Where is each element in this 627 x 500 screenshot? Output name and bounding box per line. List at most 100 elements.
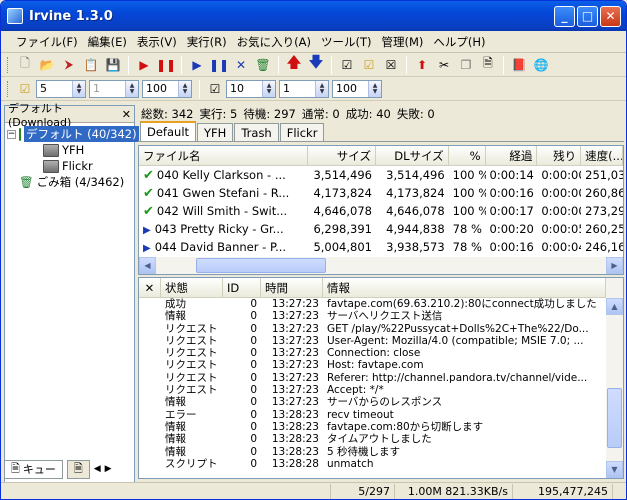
close-icon[interactable]: ✕	[122, 108, 131, 121]
scroll-right-icon[interactable]: ▶	[606, 257, 623, 274]
scroll-thumb[interactable]	[607, 388, 622, 448]
pause-red-icon[interactable]: ❚❚	[156, 56, 176, 74]
col-time[interactable]: 時間	[261, 278, 323, 297]
scroll-up-icon[interactable]: ▲	[606, 298, 623, 315]
limit-spinner[interactable]: 100 ▲ ▼	[142, 79, 192, 98]
log-row[interactable]: エラー 0 13:28:23 recv timeout	[139, 409, 623, 421]
horizontal-scrollbar[interactable]: ◀ ▶	[139, 257, 623, 274]
menu-manage[interactable]: 管理(M)	[377, 34, 429, 50]
title-bar[interactable]: Irvine 1.3.0 _ □ ✕	[1, 1, 626, 31]
table-row[interactable]: ▶ 043 Pretty Ricky - Gr... 6,298,391 4,944,…	[139, 220, 623, 238]
log-row[interactable]: 情報 0 13:27:23 サーバからのレスポンス	[139, 396, 623, 408]
book-icon[interactable]: 📕	[510, 56, 528, 74]
chevron-right-icon[interactable]: ▶	[105, 464, 112, 474]
tree-item-trash[interactable]: 🗑 ごみ箱 (4/3462)	[5, 174, 134, 190]
col-dlsize[interactable]: DLサイズ	[376, 146, 449, 165]
menu-view[interactable]: 表示(V)	[132, 34, 182, 50]
tree-item-default[interactable]: − デフォルト (40/342)	[5, 126, 139, 142]
spinner-arrows-icon[interactable]: ▲ ▼	[262, 80, 275, 97]
paste-icon[interactable]: 📋	[82, 56, 100, 74]
col-id[interactable]: ID	[223, 278, 261, 297]
table-row[interactable]: ▶ 044 David Banner - P... 5,004,801 3,938,5…	[139, 238, 623, 256]
table-row[interactable]: ✔ 041 Gwen Stefani - R... 4,173,824 4,173,8…	[139, 184, 623, 202]
menu-help[interactable]: ヘルプ(H)	[428, 34, 490, 50]
tab-second[interactable]: 🗎	[66, 459, 90, 479]
tab-yfh[interactable]: YFH	[197, 123, 234, 141]
retry-spinner[interactable]: 1 ▲ ▼	[89, 79, 139, 98]
log-row[interactable]: 成功 0 13:27:23 favtape.com(69.63.210.2):80にc…	[139, 298, 623, 310]
window-check-icon[interactable]: ☒	[382, 56, 400, 74]
spinner-arrows-icon[interactable]: ▲ ▼	[125, 80, 138, 97]
log-row[interactable]: 情報 0 13:28:23 タイムアウトしました	[139, 433, 623, 445]
col-speed[interactable]: 速度(...	[581, 146, 623, 165]
log-row[interactable]: リクエスト 0 13:27:23 Connection: close	[139, 347, 623, 359]
checklist-icon[interactable]: ☑	[338, 56, 356, 74]
timeout-spinner[interactable]: 10 ▲ ▼	[226, 79, 276, 98]
spinner-arrows-icon[interactable]: ▲ ▼	[368, 80, 381, 97]
menu-tools[interactable]: ツール(T)	[316, 34, 377, 50]
scroll-thumb[interactable]	[196, 258, 326, 273]
col-state[interactable]: 状態	[161, 278, 223, 297]
table-row[interactable]: ✔ 040 Kelly Clarkson - ... 3,514,496 3,514,…	[139, 166, 623, 184]
col-percent[interactable]: %	[449, 146, 486, 165]
open-folder-icon[interactable]: 📂	[38, 56, 56, 74]
collapse-icon[interactable]: −	[7, 129, 16, 139]
log-row[interactable]: 情報 0 13:27:23 サーバへリクエスト送信	[139, 310, 623, 322]
spinner-arrows-icon[interactable]: ▲ ▼	[72, 80, 85, 97]
menu-file[interactable]: ファイル(F)	[11, 34, 83, 50]
trash-icon[interactable]: 🗑	[254, 56, 272, 74]
split-spinner[interactable]: 1 ▲ ▼	[279, 79, 329, 98]
arrow-down-icon[interactable]: 🡇	[307, 53, 325, 74]
menu-favorites[interactable]: お気に入り(A)	[232, 34, 316, 50]
log-row[interactable]: リクエスト 0 13:27:23 Referer: http://channel.pa…	[139, 372, 623, 384]
log-row[interactable]: 情報 0 13:28:23 favtape.com:80から切断します	[139, 421, 623, 433]
toolbar-grip[interactable]	[7, 56, 10, 73]
log-row[interactable]: リクエスト 0 13:27:23 User-Agent: Mozilla/4.0 (c…	[139, 335, 623, 347]
document-icon[interactable]: 🗎	[479, 56, 497, 74]
minimize-button[interactable]: _	[554, 5, 575, 27]
close-button[interactable]: ✕	[600, 5, 621, 27]
folder-check-icon[interactable]: ☑	[360, 56, 378, 74]
col-filename[interactable]: ファイル名	[139, 146, 309, 165]
pause-blue-icon[interactable]: ❚❚	[209, 56, 229, 74]
tab-trash[interactable]: Trash	[234, 123, 279, 141]
log-row[interactable]: リクエスト 0 13:27:23 Accept: */*	[139, 384, 623, 396]
export-icon[interactable]: ⬆	[413, 56, 431, 74]
log-row[interactable]: スクリプト 0 13:28:28 unmatch	[139, 458, 623, 470]
clip-icon[interactable]: ✂	[435, 56, 453, 74]
col-remaining[interactable]: 残り	[537, 146, 582, 165]
copy-icon[interactable]: ❐	[457, 56, 475, 74]
vertical-scrollbar[interactable]: ▲ ▼	[606, 278, 623, 478]
speed-spinner[interactable]: 100 ▲ ▼	[332, 79, 382, 98]
close-icon[interactable]: ✕	[139, 278, 161, 297]
log-row[interactable]: リクエスト 0 13:27:23 Host: favtape.com	[139, 359, 623, 371]
menu-edit[interactable]: 編集(E)	[83, 34, 132, 50]
spinner-arrows-icon[interactable]: ▲ ▼	[178, 80, 191, 97]
col-elapsed[interactable]: 経過	[486, 146, 538, 165]
log-row[interactable]: リクエスト 0 13:27:23 GET /play/%22Pussycat+Doll…	[139, 323, 623, 335]
tree-item-yfh[interactable]: YFH	[5, 142, 134, 158]
tab-flickr[interactable]: Flickr	[279, 123, 325, 141]
col-info[interactable]: 情報	[323, 278, 606, 297]
table-row[interactable]: ✔ 042 Will Smith - Swit... 4,646,078 4,646,…	[139, 202, 623, 220]
toolbar-grip[interactable]	[7, 80, 10, 97]
scroll-down-icon[interactable]: ▼	[606, 461, 623, 478]
arrow-up-icon[interactable]: 🡅	[285, 53, 303, 74]
new-icon[interactable]: 🗋	[16, 56, 34, 74]
threads-spinner[interactable]: 5 ▲ ▼	[36, 79, 86, 98]
scroll-left-icon[interactable]: ◀	[139, 257, 156, 274]
play-blue-icon[interactable]: ▶	[188, 56, 206, 74]
scroll-track[interactable]	[156, 258, 606, 273]
play-red-icon[interactable]: ▶	[135, 56, 153, 74]
maximize-button[interactable]: □	[577, 5, 598, 27]
tab-default[interactable]: Default	[140, 121, 197, 141]
tree-item-flickr[interactable]: Flickr	[5, 158, 134, 174]
chevron-left-icon[interactable]: ◀	[94, 464, 101, 474]
col-size[interactable]: サイズ	[308, 146, 376, 165]
delete-icon[interactable]: ✕	[232, 56, 250, 74]
menu-run[interactable]: 実行(R)	[182, 34, 232, 50]
save-icon[interactable]: 💾	[104, 56, 122, 74]
spinner-arrows-icon[interactable]: ▲ ▼	[315, 80, 328, 97]
globe-icon[interactable]: 🌐	[532, 56, 550, 74]
import-icon[interactable]: ⮞	[60, 56, 78, 74]
